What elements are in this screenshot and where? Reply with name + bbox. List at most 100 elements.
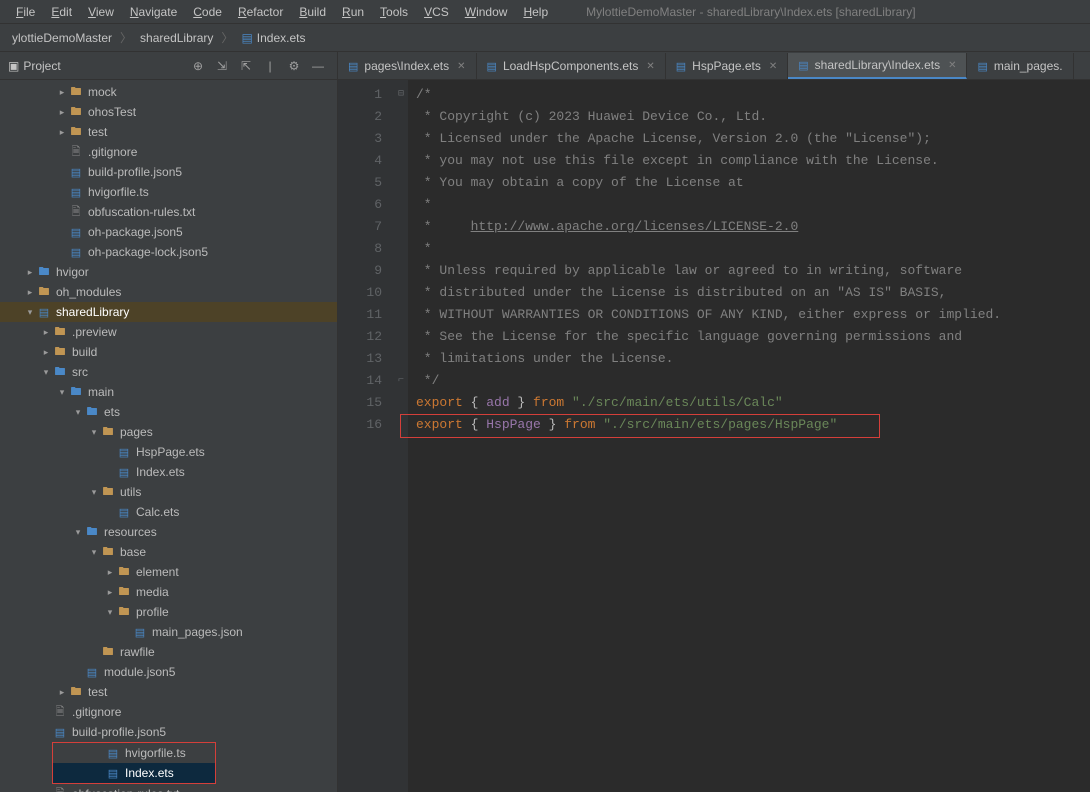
- code-line[interactable]: * distributed under the License is distr…: [416, 282, 1082, 304]
- tree-item-hvigor[interactable]: ▸🖿hvigor: [0, 262, 337, 282]
- line-number[interactable]: 6: [338, 194, 382, 216]
- menu-run[interactable]: Run: [334, 5, 372, 19]
- line-number[interactable]: 3: [338, 128, 382, 150]
- fold-marker[interactable]: [394, 150, 408, 172]
- tree-item--preview[interactable]: ▸🖿.preview: [0, 322, 337, 342]
- tree-item-oh-package-json5[interactable]: ▸▤oh-package.json5: [0, 222, 337, 242]
- code-editor[interactable]: 12345678910111213141516 ⊟⌐ /* * Copyrigh…: [338, 80, 1090, 792]
- project-tree[interactable]: ▸🖿mock▸🖿ohosTest▸🖿test▸🗎.gitignore▸▤buil…: [0, 80, 337, 792]
- collapse-all-button[interactable]: ⇱: [235, 55, 257, 77]
- tree-arrow-icon[interactable]: ▾: [56, 387, 68, 398]
- close-tab-icon[interactable]: ✕: [457, 61, 465, 72]
- line-number[interactable]: 16: [338, 414, 382, 436]
- code-line[interactable]: * Copyright (c) 2023 Huawei Device Co., …: [416, 106, 1082, 128]
- tree-arrow-icon[interactable]: ▾: [88, 547, 100, 558]
- fold-marker[interactable]: [394, 172, 408, 194]
- fold-marker[interactable]: [394, 392, 408, 414]
- menu-help[interactable]: Help: [515, 5, 556, 19]
- fold-marker[interactable]: [394, 260, 408, 282]
- tree-item-test[interactable]: ▸🖿test: [0, 122, 337, 142]
- menu-window[interactable]: Window: [457, 5, 516, 19]
- fold-marker[interactable]: ⌐: [394, 370, 408, 392]
- tree-item-build-profile-json5[interactable]: ▸▤build-profile.json5: [0, 162, 337, 182]
- menu-file[interactable]: File: [8, 5, 43, 19]
- tree-item-test[interactable]: ▸🖿test: [0, 682, 337, 702]
- fold-marker[interactable]: [394, 282, 408, 304]
- code-line[interactable]: export { HspPage } from "./src/main/ets/…: [416, 414, 1082, 436]
- tree-item-index-ets[interactable]: ▸▤Index.ets: [53, 763, 215, 783]
- menu-edit[interactable]: Edit: [43, 5, 80, 19]
- tree-item-hvigorfile-ts[interactable]: ▸▤hvigorfile.ts: [0, 182, 337, 202]
- line-number[interactable]: 9: [338, 260, 382, 282]
- fold-marker[interactable]: [394, 128, 408, 150]
- code-line[interactable]: * Unless required by applicable law or a…: [416, 260, 1082, 282]
- tree-arrow-icon[interactable]: ▸: [56, 127, 68, 138]
- tree-item-base[interactable]: ▾🖿base: [0, 542, 337, 562]
- menu-view[interactable]: View: [80, 5, 122, 19]
- tree-item-hsppage-ets[interactable]: ▸▤HspPage.ets: [0, 442, 337, 462]
- menu-build[interactable]: Build: [291, 5, 334, 19]
- fold-marker[interactable]: [394, 304, 408, 326]
- tree-item-calc-ets[interactable]: ▸▤Calc.ets: [0, 502, 337, 522]
- code-line[interactable]: * you may not use this file except in co…: [416, 150, 1082, 172]
- line-number-gutter[interactable]: 12345678910111213141516: [338, 80, 394, 792]
- tree-item-module-json5[interactable]: ▸▤module.json5: [0, 662, 337, 682]
- tree-item--gitignore[interactable]: ▸🗎.gitignore: [0, 142, 337, 162]
- fold-marker[interactable]: [394, 106, 408, 128]
- code-line[interactable]: */: [416, 370, 1082, 392]
- tree-arrow-icon[interactable]: ▾: [40, 367, 52, 378]
- line-number[interactable]: 12: [338, 326, 382, 348]
- tree-arrow-icon[interactable]: ▸: [56, 107, 68, 118]
- menu-refactor[interactable]: Refactor: [230, 5, 291, 19]
- tree-item-obfuscation-rules-txt[interactable]: ▸🗎obfuscation-rules.txt: [0, 784, 337, 792]
- tree-item-utils[interactable]: ▾🖿utils: [0, 482, 337, 502]
- fold-marker[interactable]: [394, 238, 408, 260]
- tree-item-element[interactable]: ▸🖿element: [0, 562, 337, 582]
- fold-gutter[interactable]: ⊟⌐: [394, 80, 408, 792]
- tree-item-pages[interactable]: ▾🖿pages: [0, 422, 337, 442]
- tree-item--gitignore[interactable]: ▸🗎.gitignore: [0, 702, 337, 722]
- tree-item-sharedlibrary[interactable]: ▾▤sharedLibrary: [0, 302, 337, 322]
- code-line[interactable]: * You may obtain a copy of the License a…: [416, 172, 1082, 194]
- code-line[interactable]: * Licensed under the Apache License, Ver…: [416, 128, 1082, 150]
- line-number[interactable]: 1: [338, 84, 382, 106]
- tree-item-src[interactable]: ▾🖿src: [0, 362, 337, 382]
- breadcrumb-project[interactable]: ylottieDemoMaster: [6, 31, 118, 45]
- line-number[interactable]: 11: [338, 304, 382, 326]
- tree-item-resources[interactable]: ▾🖿resources: [0, 522, 337, 542]
- tree-arrow-icon[interactable]: ▾: [104, 607, 116, 618]
- editor-tab[interactable]: ▤main_pages.: [967, 53, 1073, 79]
- editor-tab[interactable]: ▤LoadHspComponents.ets✕: [477, 53, 666, 79]
- code-line[interactable]: *: [416, 194, 1082, 216]
- editor-tab[interactable]: ▤HspPage.ets✕: [666, 53, 789, 79]
- select-opened-file-button[interactable]: ⊕: [187, 55, 209, 77]
- hide-panel-button[interactable]: —: [307, 55, 329, 77]
- tree-item-profile[interactable]: ▾🖿profile: [0, 602, 337, 622]
- line-number[interactable]: 7: [338, 216, 382, 238]
- tree-arrow-icon[interactable]: ▾: [88, 487, 100, 498]
- tree-arrow-icon[interactable]: ▾: [72, 407, 84, 418]
- tree-item-media[interactable]: ▸🖿media: [0, 582, 337, 602]
- fold-marker[interactable]: [394, 326, 408, 348]
- breadcrumb-file[interactable]: ▤Index.ets: [235, 31, 311, 45]
- tree-item-index-ets[interactable]: ▸▤Index.ets: [0, 462, 337, 482]
- tree-arrow-icon[interactable]: ▸: [56, 87, 68, 98]
- tree-item-ets[interactable]: ▾🖿ets: [0, 402, 337, 422]
- tree-item-rawfile[interactable]: ▸🖿rawfile: [0, 642, 337, 662]
- tree-arrow-icon[interactable]: ▸: [24, 267, 36, 278]
- line-number[interactable]: 10: [338, 282, 382, 304]
- tree-item-main-pages-json[interactable]: ▸▤main_pages.json: [0, 622, 337, 642]
- editor-tab[interactable]: ▤sharedLibrary\Index.ets✕: [788, 53, 967, 79]
- tree-arrow-icon[interactable]: ▾: [24, 307, 36, 318]
- code-line[interactable]: /*: [416, 84, 1082, 106]
- tree-arrow-icon[interactable]: ▸: [40, 327, 52, 338]
- menu-navigate[interactable]: Navigate: [122, 5, 185, 19]
- tree-arrow-icon[interactable]: ▸: [24, 287, 36, 298]
- code-line[interactable]: *: [416, 238, 1082, 260]
- line-number[interactable]: 2: [338, 106, 382, 128]
- tree-item-build[interactable]: ▸🖿build: [0, 342, 337, 362]
- settings-gear-icon[interactable]: ⚙: [283, 55, 305, 77]
- project-panel-title[interactable]: ▣Project: [8, 59, 61, 73]
- menu-vcs[interactable]: VCS: [416, 5, 457, 19]
- fold-marker[interactable]: ⊟: [394, 84, 408, 106]
